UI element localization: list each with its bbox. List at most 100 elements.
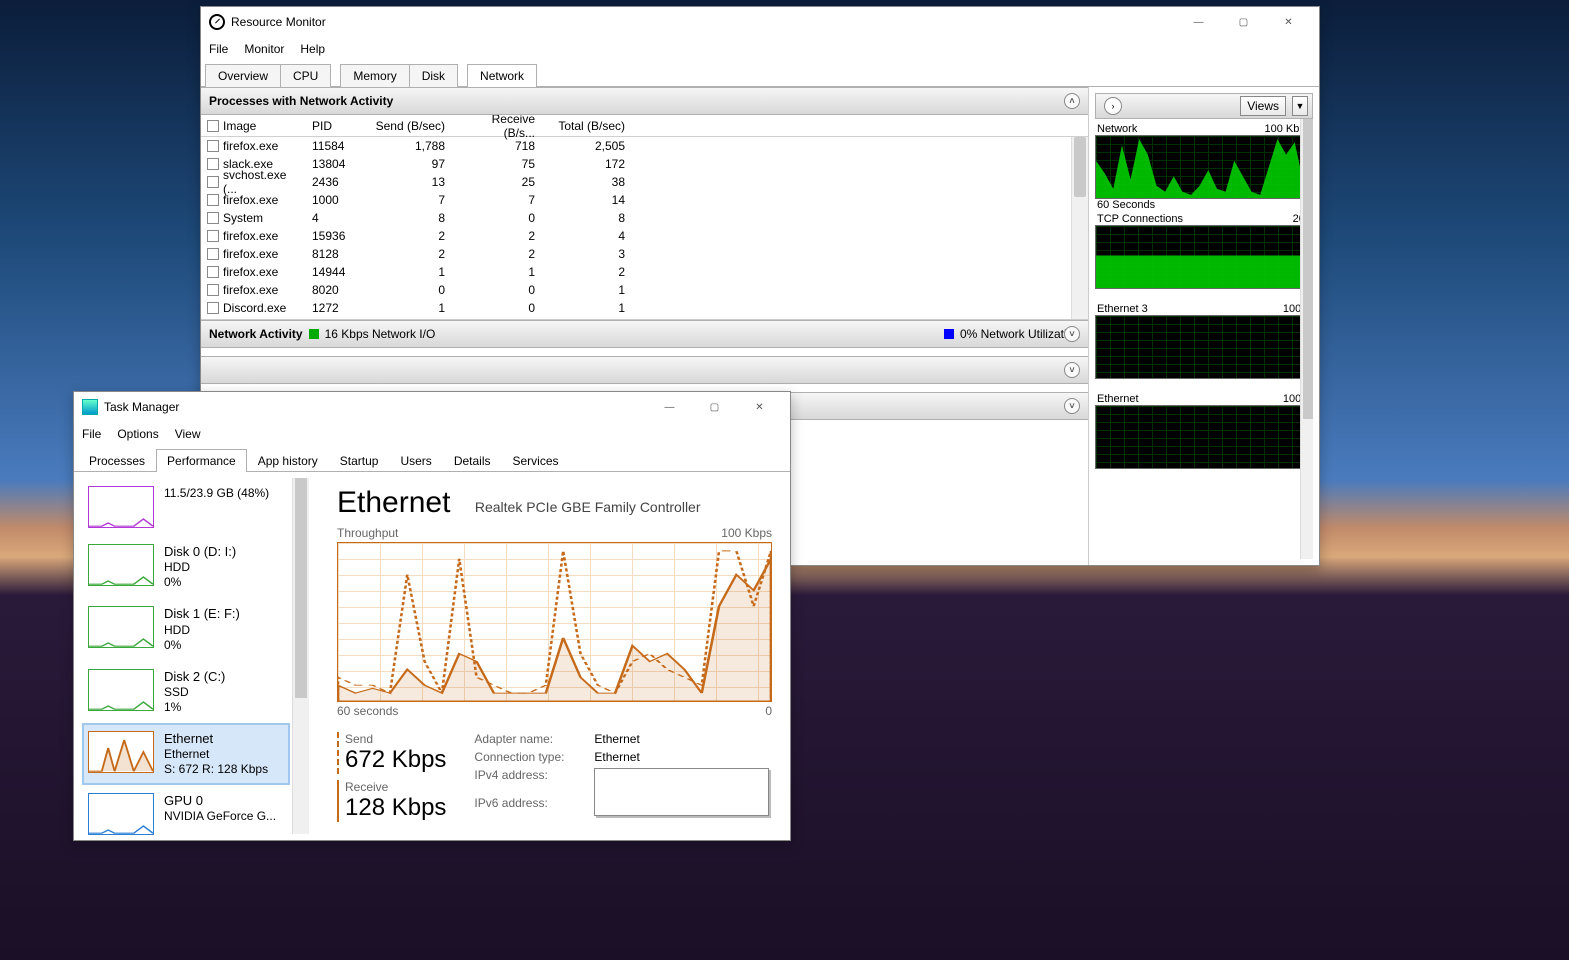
col-send[interactable]: Send (B/sec) bbox=[366, 119, 451, 133]
adapter-name-value: Ethernet bbox=[594, 732, 769, 746]
tab-app-history[interactable]: App history bbox=[247, 449, 329, 472]
sidebar-item[interactable]: Disk 1 (E: F:)HDD0% bbox=[82, 598, 290, 660]
network-util-label: 0% Network Utilization bbox=[960, 327, 1080, 341]
chevron-down-icon[interactable]: ˅ bbox=[1064, 326, 1080, 342]
row-checkbox[interactable] bbox=[207, 176, 219, 188]
row-checkbox[interactable] bbox=[207, 302, 219, 314]
tab-cpu[interactable]: CPU bbox=[280, 64, 331, 87]
tab-services[interactable]: Services bbox=[502, 449, 570, 472]
col-pid[interactable]: PID bbox=[306, 119, 366, 133]
tab-overview[interactable]: Overview bbox=[205, 64, 281, 87]
menu-file[interactable]: File bbox=[82, 427, 101, 441]
send-value: 672 Kbps bbox=[345, 746, 446, 774]
row-checkbox[interactable] bbox=[207, 284, 219, 296]
tab-processes[interactable]: Processes bbox=[78, 449, 156, 472]
row-checkbox[interactable] bbox=[207, 248, 219, 260]
scrollbar[interactable] bbox=[292, 478, 309, 834]
table-row[interactable]: slack.exe138049775172 bbox=[201, 155, 1088, 173]
maximize-button[interactable]: ▢ bbox=[692, 392, 737, 422]
x-right: 0 bbox=[765, 704, 772, 718]
task-manager-window: Task Manager — ▢ ✕ File Options View Pro… bbox=[73, 391, 791, 841]
sidebar-item[interactable]: Disk 2 (C:)SSD1% bbox=[82, 661, 290, 723]
send-label: Send bbox=[345, 732, 446, 746]
minimize-button[interactable]: — bbox=[1176, 7, 1221, 37]
table-row[interactable]: firefox.exe115841,7887182,505 bbox=[201, 137, 1088, 155]
table-header: Image PID Send (B/sec) Receive (B/s... T… bbox=[201, 115, 1088, 137]
chart-label-right: 100 Kbps bbox=[721, 526, 772, 540]
section-network-activity[interactable]: Network Activity 16 Kbps Network I/O 0% … bbox=[201, 320, 1088, 348]
menu-view[interactable]: View bbox=[175, 427, 201, 441]
tm-main: Ethernet Realtek PCIe GBE Family Control… bbox=[309, 472, 790, 840]
mini-chart: Network100 Kbps60 Seconds0 bbox=[1095, 123, 1313, 211]
rm-right-header: › Views ▼ bbox=[1095, 93, 1313, 119]
table-row[interactable]: firefox.exe8020001 bbox=[201, 281, 1088, 299]
tab-users[interactable]: Users bbox=[389, 449, 442, 472]
tab-startup[interactable]: Startup bbox=[329, 449, 390, 472]
conn-type-label: Connection type: bbox=[474, 750, 594, 764]
recv-label: Receive bbox=[345, 780, 446, 794]
tm-title: Task Manager bbox=[104, 400, 647, 414]
views-button[interactable]: Views bbox=[1240, 96, 1286, 116]
sidebar-item[interactable]: EthernetEthernetS: 672 R: 128 Kbps bbox=[82, 723, 290, 785]
scrollbar[interactable] bbox=[1071, 137, 1088, 319]
task-manager-icon bbox=[82, 399, 98, 415]
select-all-checkbox[interactable] bbox=[207, 120, 219, 132]
table-row[interactable]: firefox.exe8128223 bbox=[201, 245, 1088, 263]
menu-monitor[interactable]: Monitor bbox=[244, 42, 284, 56]
tab-memory[interactable]: Memory bbox=[340, 64, 409, 87]
table-row[interactable]: firefox.exe15936224 bbox=[201, 227, 1088, 245]
tab-disk[interactable]: Disk bbox=[409, 64, 458, 87]
close-button[interactable]: ✕ bbox=[737, 392, 782, 422]
chevron-down-icon[interactable]: ˅ bbox=[1064, 398, 1080, 414]
chevron-up-icon[interactable]: ˄ bbox=[1064, 93, 1080, 109]
table-row[interactable]: firefox.exe14944112 bbox=[201, 263, 1088, 281]
chevron-right-icon[interactable]: › bbox=[1104, 97, 1122, 115]
row-checkbox[interactable] bbox=[207, 194, 219, 206]
table-row[interactable]: System4808 bbox=[201, 209, 1088, 227]
mini-chart: Ethernet100%0 bbox=[1095, 393, 1313, 481]
tm-menubar: File Options View bbox=[74, 422, 790, 446]
close-button[interactable]: ✕ bbox=[1266, 7, 1311, 37]
sidebar-item[interactable]: Disk 0 (D: I:)HDD0% bbox=[82, 536, 290, 598]
process-table: Image PID Send (B/sec) Receive (B/s... T… bbox=[201, 115, 1088, 320]
row-checkbox[interactable] bbox=[207, 266, 219, 278]
tm-titlebar[interactable]: Task Manager — ▢ ✕ bbox=[74, 392, 790, 422]
chevron-down-icon[interactable]: ˅ bbox=[1064, 362, 1080, 378]
tab-details[interactable]: Details bbox=[443, 449, 502, 472]
tm-tabs: Processes Performance App history Startu… bbox=[74, 446, 790, 472]
perf-subheading: Realtek PCIe GBE Family Controller bbox=[475, 499, 701, 515]
col-recv[interactable]: Receive (B/s... bbox=[451, 115, 541, 140]
chip-blue-icon bbox=[944, 329, 954, 339]
chip-green-icon bbox=[309, 329, 319, 339]
table-row[interactable]: Discord.exe1272101 bbox=[201, 299, 1088, 317]
network-io-label: 16 Kbps Network I/O bbox=[325, 327, 436, 341]
scrollbar[interactable] bbox=[1300, 119, 1313, 559]
sidebar-item[interactable]: 11.5/23.9 GB (48%) bbox=[82, 478, 290, 536]
menu-options[interactable]: Options bbox=[117, 427, 158, 441]
table-row[interactable]: svchost.exe (...2436132538 bbox=[201, 173, 1088, 191]
minimize-button[interactable]: — bbox=[647, 392, 692, 422]
throughput-chart bbox=[337, 542, 772, 702]
tab-network[interactable]: Network bbox=[467, 64, 537, 87]
conn-type-value: Ethernet bbox=[594, 750, 769, 764]
row-checkbox[interactable] bbox=[207, 230, 219, 242]
ipv6-label: IPv6 address: bbox=[474, 796, 594, 820]
menu-file[interactable]: File bbox=[209, 42, 228, 56]
rm-titlebar[interactable]: Resource Monitor — ▢ ✕ bbox=[201, 7, 1319, 37]
col-total[interactable]: Total (B/sec) bbox=[541, 119, 631, 133]
maximize-button[interactable]: ▢ bbox=[1221, 7, 1266, 37]
section-processes-network[interactable]: Processes with Network Activity ˄ bbox=[201, 87, 1088, 115]
section-title: Processes with Network Activity bbox=[209, 94, 393, 108]
row-checkbox[interactable] bbox=[207, 212, 219, 224]
table-row[interactable]: firefox.exe10007714 bbox=[201, 191, 1088, 209]
redacted-box bbox=[594, 768, 769, 816]
row-checkbox[interactable] bbox=[207, 140, 219, 152]
menu-help[interactable]: Help bbox=[300, 42, 325, 56]
views-dropdown-icon[interactable]: ▼ bbox=[1292, 96, 1308, 116]
rm-right-pane: › Views ▼ Network100 Kbps60 Seconds0TCP … bbox=[1089, 87, 1319, 565]
tab-performance[interactable]: Performance bbox=[156, 449, 247, 472]
perf-heading: Ethernet bbox=[337, 486, 450, 520]
col-image[interactable]: Image bbox=[223, 119, 256, 133]
section-collapsed-1[interactable]: ˅ bbox=[201, 356, 1088, 384]
sidebar-item[interactable]: GPU 0NVIDIA GeForce G... bbox=[82, 785, 290, 840]
